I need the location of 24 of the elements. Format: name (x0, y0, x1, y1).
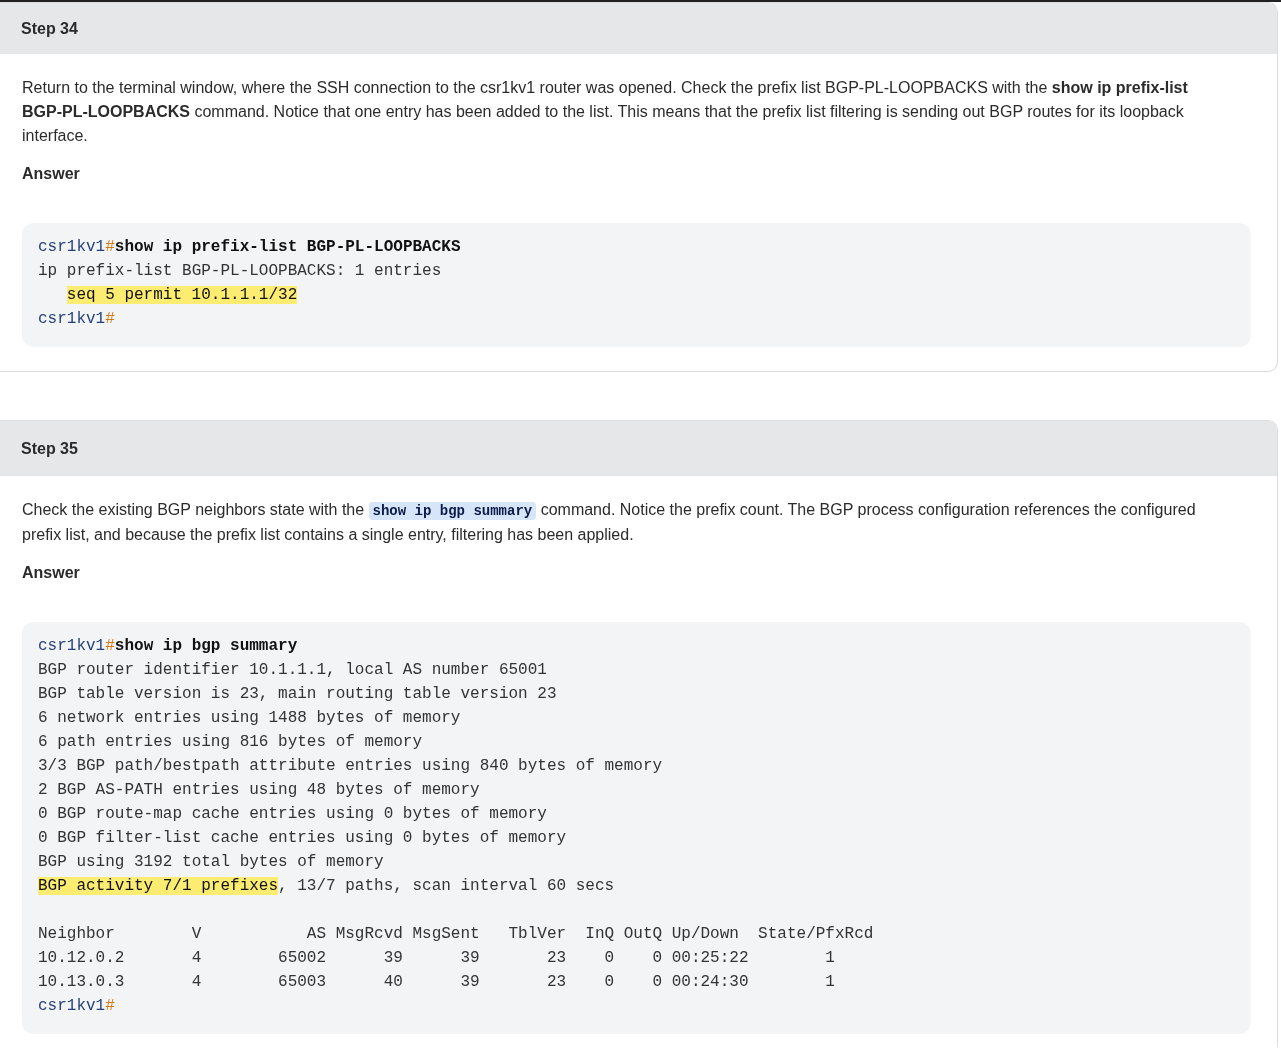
step-title: Step 35 (21, 439, 78, 458)
code-line: csr1kv1#show ip bgp summary (38, 636, 298, 657)
code-line: ip prefix-list BGP-PL-LOOPBACKS: 1 entries (38, 261, 442, 282)
answer-label: Answer (22, 164, 81, 184)
code-line: 6 path entries using 816 bytes of memory (38, 732, 423, 753)
code-line: 0 BGP filter-list cache entries using 0 bytes of memory (38, 828, 567, 849)
code-line: 0 BGP route-map cache entries using 0 bytes of memory (38, 804, 547, 825)
code-line: BGP table version is 23, main routing table version 23 (38, 684, 557, 705)
code-line: 6 network entries using 1488 bytes of memory (38, 708, 461, 729)
code-line: csr1kv1# (38, 996, 115, 1017)
code-line: BGP router identifier 10.1.1.1, local AS number 65001 (38, 660, 547, 681)
code-line: csr1kv1# (38, 309, 115, 330)
answer-label: Answer (22, 563, 81, 583)
code-line: Neighbor V AS MsgRcvd MsgSent TblVer InQ OutQ Up/Down State/PfxRcd (38, 924, 874, 945)
step-title: Step 34 (21, 19, 78, 38)
code-line: 10.12.0.2 4 65002 39 39 23 0 0 00:25:22 1 (38, 948, 835, 969)
code-line: 2 BGP AS-PATH entries using 48 bytes of memory (38, 780, 480, 801)
code-line: BGP activity 7/1 prefixes, 13/7 paths, scan interval 60 secs (38, 876, 615, 897)
code-line: 10.13.0.3 4 65003 40 39 23 0 0 00:24:30 1 (38, 972, 835, 993)
code-line: 3/3 BGP path/bestpath attribute entries using 840 bytes of memory (38, 756, 663, 777)
step-instructions: Return to the terminal window, where the SSH connection to the csr1kv1 router was opened. Check the prefix list BGP-PL-LOOPBACKS with the show ip prefix-list BGP-PL-LOOPBACKS command. Notice that one entry has been added to the list. This means that the prefix list filtering is sending out BGP routes for its loopback interface. (22, 78, 1189, 146)
code-line: csr1kv1#show ip prefix-list BGP-PL-LOOPBACKS (38, 237, 461, 258)
code-line: BGP using 3192 total bytes of memory (38, 852, 384, 873)
step-instructions: Check the existing BGP neighbors state with the show ip bgp summary command. Notice the prefix count. The BGP process configuration references the configured prefix list, and because the prefix list contains a single entry, filtering has been applied. (22, 500, 1197, 545)
